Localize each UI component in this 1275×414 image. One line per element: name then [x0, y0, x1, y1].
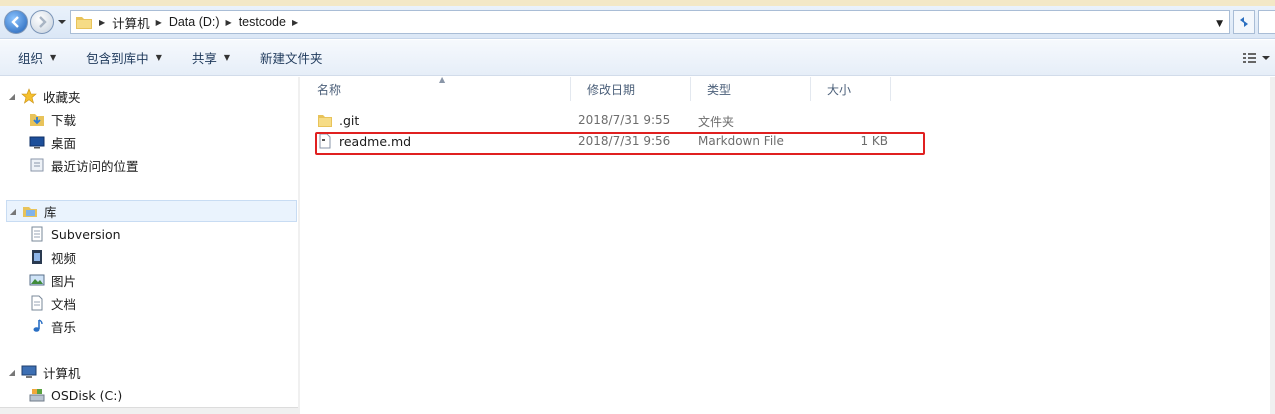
video-icon — [28, 249, 46, 265]
column-header-type-label: 类型 — [707, 82, 732, 97]
organize-label: 组织 — [18, 51, 44, 66]
star-icon — [20, 88, 38, 104]
nav-item-music[interactable]: 音乐 — [28, 315, 76, 337]
collapse-triangle-icon[interactable]: ◢ — [6, 368, 18, 377]
include-in-library-label: 包含到库中 — [86, 51, 149, 66]
view-options-icon — [1243, 53, 1270, 63]
nav-item-downloads[interactable]: 下载 — [28, 108, 76, 130]
nav-computer-label: 计算机 — [43, 365, 81, 381]
command-toolbar: 组织 ▼ 包含到库中 ▼ 共享 ▼ 新建文件夹 — [0, 40, 1275, 76]
column-header-type[interactable]: 类型 — [691, 77, 811, 101]
nav-item-osdisk[interactable]: OSDisk (C:) — [28, 384, 122, 406]
change-view-button[interactable] — [1242, 51, 1272, 65]
nav-item-label: 桌面 — [51, 135, 77, 151]
collapse-triangle-icon[interactable]: ◢ — [7, 207, 19, 216]
navigation-pane: ◢ 收藏夹 下载 桌面 最近访问的位置 ◢ 库 Subversion 视频 图片… — [0, 77, 300, 414]
file-list-pane: 名称 ▲ 修改日期 类型 大小 .git 2018/7/31 9:55 文件夹 … — [301, 75, 1275, 414]
file-name: .git — [339, 113, 360, 128]
nav-favorites-label: 收藏夹 — [43, 89, 81, 105]
document-icon — [28, 295, 46, 311]
column-header-name[interactable]: 名称 ▲ — [301, 75, 571, 101]
column-header-size-label: 大小 — [827, 82, 852, 97]
sort-ascending-icon: ▲ — [439, 75, 446, 84]
file-type: 文件夹 — [698, 115, 735, 129]
nav-item-label: 最近访问的位置 — [51, 158, 139, 174]
address-bar-area: ▶ 计算机 ▶ Data (D:) ▶ testcode ▶ ▼ — [0, 6, 1275, 39]
chevron-down-icon: ▼ — [50, 53, 57, 62]
breadcrumb-drive[interactable]: Data (D:) — [169, 15, 220, 29]
music-note-icon — [28, 318, 46, 334]
nav-item-subversion[interactable]: Subversion — [28, 223, 121, 245]
nav-item-documents[interactable]: 文档 — [28, 292, 76, 314]
nav-item-recent-places[interactable]: 最近访问的位置 — [28, 154, 139, 176]
navigation-pane-scrollbar[interactable] — [298, 77, 300, 414]
search-input[interactable] — [1258, 10, 1275, 34]
nav-item-label: 视频 — [51, 250, 77, 266]
refresh-button[interactable] — [1233, 10, 1255, 34]
nav-item-label: 下载 — [51, 112, 77, 128]
nav-item-label: 文档 — [51, 296, 77, 312]
nav-item-pictures[interactable]: 图片 — [28, 269, 76, 291]
libraries-icon — [21, 203, 39, 219]
new-folder-button[interactable]: 新建文件夹 — [260, 48, 323, 67]
back-button[interactable] — [4, 10, 28, 34]
drive-icon — [28, 387, 46, 403]
column-header-size[interactable]: 大小 — [811, 77, 891, 101]
library-document-icon — [28, 226, 46, 242]
column-header-modified-label: 修改日期 — [587, 82, 636, 97]
chevron-down-icon: ▼ — [223, 53, 231, 62]
recent-pages-dropdown-icon[interactable] — [57, 17, 67, 27]
desktop-icon — [28, 134, 46, 150]
new-folder-label: 新建文件夹 — [260, 51, 323, 66]
folder-icon — [76, 17, 92, 29]
address-dropdown-icon[interactable]: ▼ — [1216, 19, 1223, 29]
arrow-left-icon — [11, 16, 19, 28]
breadcrumb-separator-icon[interactable]: ▶ — [226, 18, 232, 27]
forward-button[interactable] — [30, 10, 54, 34]
recent-places-icon — [28, 157, 46, 173]
address-box[interactable]: ▶ 计算机 ▶ Data (D:) ▶ testcode ▶ ▼ — [70, 10, 1230, 34]
folder-icon — [318, 115, 332, 127]
collapse-triangle-icon[interactable]: ◢ — [6, 92, 18, 101]
breadcrumb-folder[interactable]: testcode — [239, 15, 286, 29]
arrow-right-icon — [39, 16, 47, 28]
refresh-icon — [1240, 17, 1248, 27]
file-modified: 2018/7/31 9:55 — [578, 113, 671, 127]
file-list-scrollbar[interactable] — [1270, 77, 1275, 414]
chevron-down-icon: ▼ — [155, 53, 162, 62]
navigation-pane-horizontal-scrollbar[interactable] — [0, 407, 298, 414]
nav-item-label: 图片 — [51, 273, 77, 289]
breadcrumb-separator-icon[interactable]: ▶ — [156, 18, 162, 27]
column-header-name-label: 名称 — [317, 82, 342, 97]
downloads-folder-icon — [28, 111, 46, 127]
nav-item-desktop[interactable]: 桌面 — [28, 131, 76, 153]
nav-item-label: 音乐 — [51, 319, 77, 335]
nav-computer[interactable]: ◢ 计算机 — [6, 361, 81, 383]
highlight-annotation-box — [315, 132, 925, 155]
nav-favorites[interactable]: ◢ 收藏夹 — [6, 85, 81, 107]
computer-icon — [20, 364, 38, 380]
file-row[interactable]: .git 2018/7/31 9:55 文件夹 — [315, 110, 915, 130]
breadcrumb-computer[interactable]: 计算机 — [112, 13, 150, 32]
breadcrumb-separator-icon[interactable]: ▶ — [99, 18, 105, 27]
breadcrumb-separator-icon[interactable]: ▶ — [292, 18, 298, 27]
column-header-modified[interactable]: 修改日期 — [571, 77, 691, 101]
include-in-library-button[interactable]: 包含到库中 ▼ — [86, 48, 162, 67]
nav-item-label: OSDisk (C:) — [51, 387, 123, 403]
picture-icon — [28, 272, 46, 288]
nav-libraries[interactable]: ◢ 库 — [6, 200, 297, 222]
share-label: 共享 — [191, 51, 217, 66]
organize-button[interactable]: 组织 ▼ — [18, 48, 56, 67]
nav-libraries-label: 库 — [44, 204, 57, 220]
nav-item-label: Subversion — [51, 226, 121, 242]
share-button[interactable]: 共享 ▼ — [192, 48, 230, 67]
nav-item-videos[interactable]: 视频 — [28, 246, 76, 268]
